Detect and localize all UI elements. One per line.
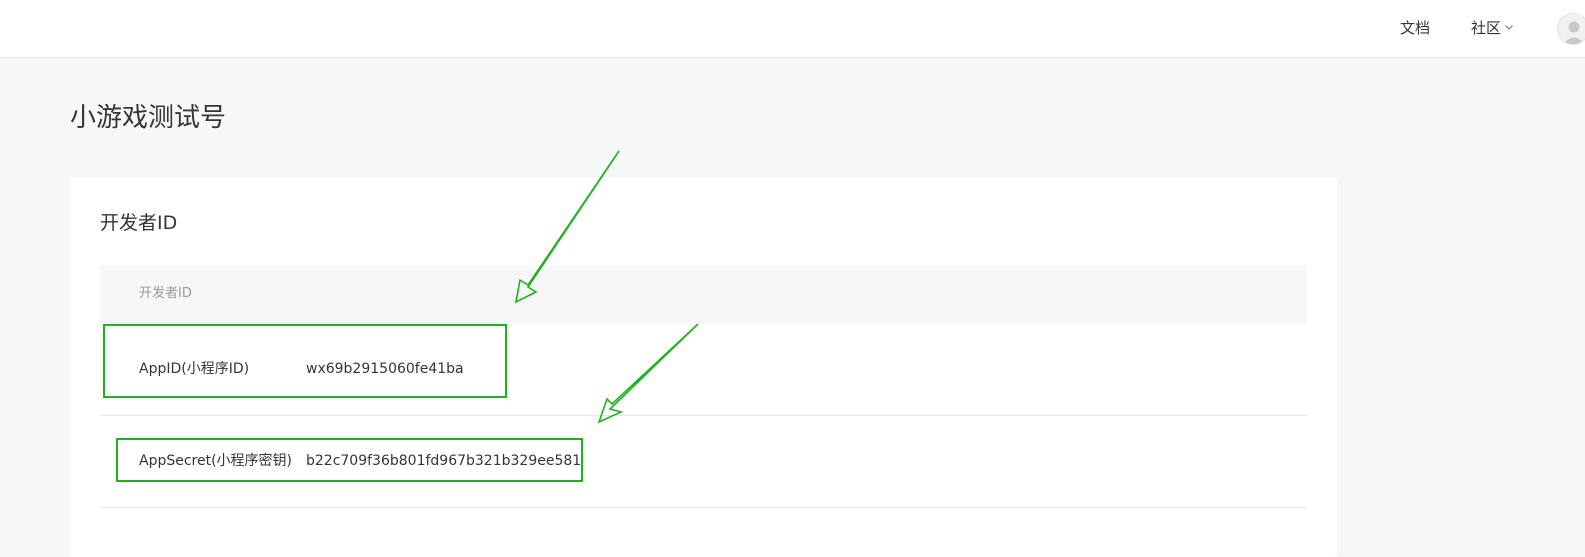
developer-id-card: 开发者ID 开发者ID AppID(小程序ID) wx69b2915060fe4… — [70, 177, 1337, 557]
nav-community-menu[interactable]: 社区 — [1471, 18, 1514, 38]
appid-label: AppID(小程序ID) — [139, 361, 250, 377]
appsecret-value[interactable]: b22c709f36b801fd967b321b329ee581 — [306, 451, 581, 471]
appid-value[interactable]: wx69b2915060fe41ba — [306, 359, 464, 379]
chevron-down-icon — [1505, 25, 1513, 30]
page-title: 小游戏测试号 — [70, 103, 227, 133]
nav-docs-link[interactable]: 文档 — [1400, 18, 1430, 38]
user-avatar-icon-shape — [1563, 21, 1585, 44]
nav-community-label: 社区 — [1471, 19, 1502, 37]
table-header: 开发者ID — [100, 265, 1307, 324]
user-avatar-icon[interactable] — [1557, 13, 1585, 45]
table-header-label: 开发者ID — [139, 286, 192, 301]
row-divider — [100, 507, 1307, 508]
card-title: 开发者ID — [100, 212, 178, 234]
top-nav-bar: 文档 社区 — [0, 0, 1585, 58]
appsecret-label: AppSecret(小程序密钥) — [139, 453, 293, 469]
row-divider — [100, 415, 1307, 416]
